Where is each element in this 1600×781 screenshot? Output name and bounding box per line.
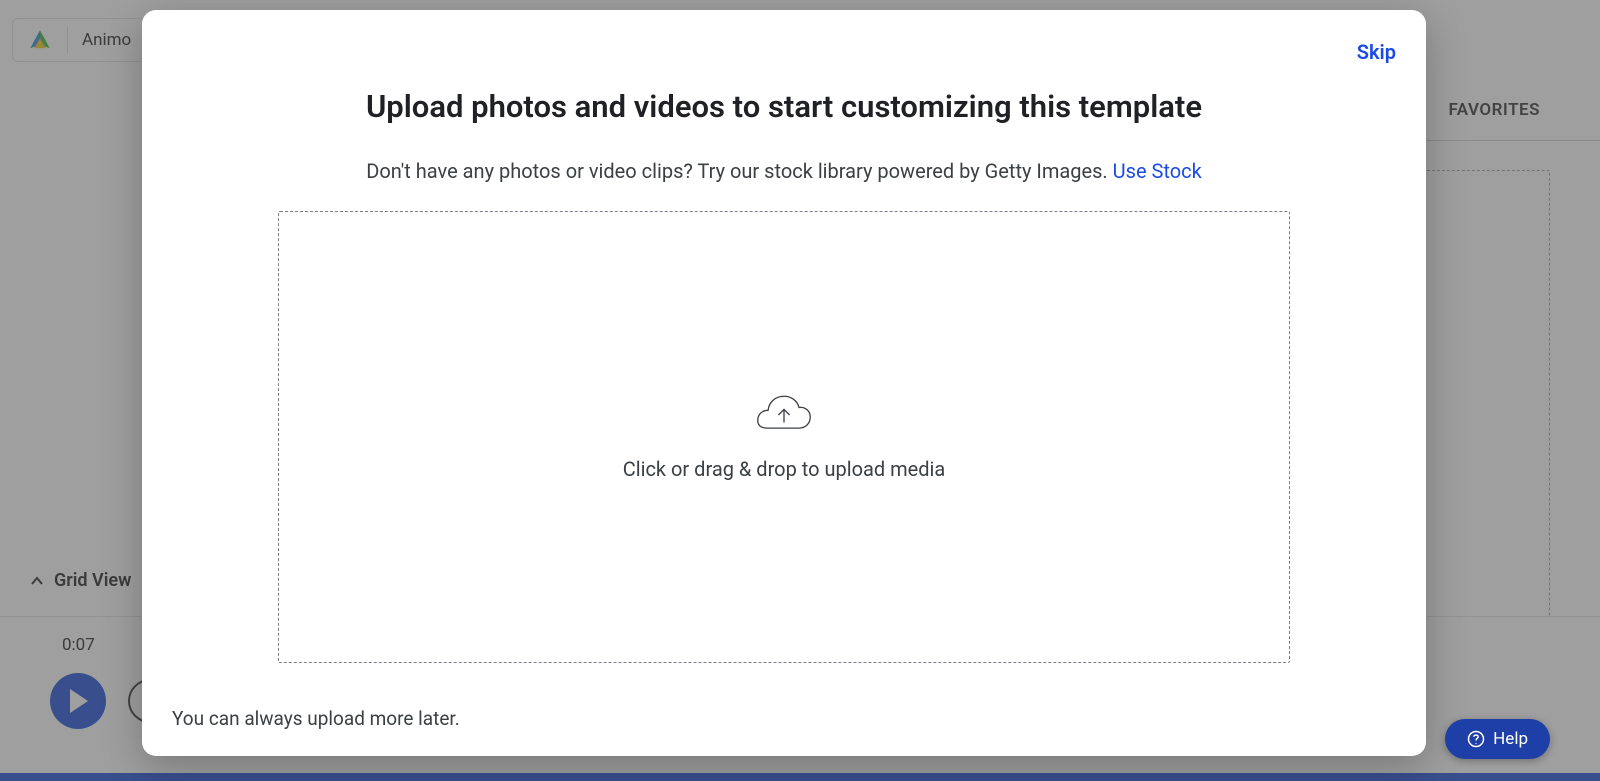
dropzone-text: Click or drag & drop to upload media xyxy=(623,457,946,481)
modal-subtext-text: Don't have any photos or video clips? Tr… xyxy=(366,159,1112,183)
modal-footer-text: You can always upload more later. xyxy=(172,707,460,730)
upload-dropzone[interactable]: Click or drag & drop to upload media xyxy=(278,211,1290,663)
help-label: Help xyxy=(1493,729,1528,749)
use-stock-link[interactable]: Use Stock xyxy=(1113,159,1202,183)
help-button[interactable]: Help xyxy=(1445,719,1550,759)
cloud-upload-icon xyxy=(754,393,814,437)
modal-subtext: Don't have any photos or video clips? Tr… xyxy=(142,159,1426,183)
upload-modal: Skip Upload photos and videos to start c… xyxy=(142,10,1426,756)
skip-button[interactable]: Skip xyxy=(1357,40,1396,64)
modal-title: Upload photos and videos to start custom… xyxy=(142,88,1426,125)
help-icon xyxy=(1467,730,1485,748)
